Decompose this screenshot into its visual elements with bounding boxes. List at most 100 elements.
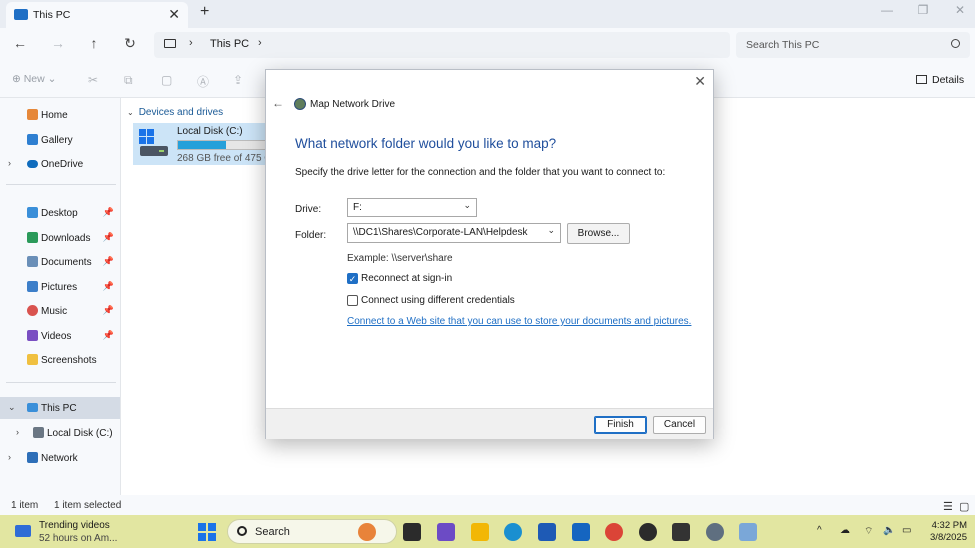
sidebar-item-pictures[interactable]: Pictures 📌 xyxy=(0,276,120,298)
tiles-view-icon[interactable]: ▢ xyxy=(959,500,969,513)
group-header[interactable]: ⌄ Devices and drives xyxy=(127,107,223,118)
up-button[interactable]: ↑ xyxy=(84,35,104,51)
volume-icon[interactable]: 🔈 xyxy=(883,525,895,536)
reconnect-checkbox[interactable]: ✓ xyxy=(347,273,358,284)
close-window-button[interactable]: ✕ xyxy=(950,3,970,17)
battery-icon[interactable]: ▭ xyxy=(902,525,911,536)
sidebar-item-network[interactable]: › Network xyxy=(0,447,120,469)
sidebar-item-screenshots[interactable]: Screenshots xyxy=(0,349,120,371)
sidebar-item-desktop[interactable]: Desktop 📌 xyxy=(0,202,120,224)
clock-date: 3/8/2025 xyxy=(930,532,967,543)
network-tool-icon[interactable] xyxy=(739,523,757,541)
task-view-icon[interactable] xyxy=(403,523,421,541)
tab-this-pc[interactable]: This PC ✕ xyxy=(6,2,188,28)
sidebar-item-label: Network xyxy=(41,453,78,464)
people-icon[interactable] xyxy=(358,523,376,541)
maximize-button[interactable]: ❐ xyxy=(913,3,933,17)
details-label: Details xyxy=(932,74,965,86)
sidebar-item-downloads[interactable]: Downloads 📌 xyxy=(0,227,120,249)
finish-button[interactable]: Finish xyxy=(594,416,647,434)
sidebar-item-onedrive[interactable]: › OneDrive xyxy=(0,153,120,175)
sidebar-item-label: Home xyxy=(41,110,68,121)
forward-button[interactable]: → xyxy=(48,35,68,51)
pin-icon[interactable]: 📌 xyxy=(103,305,114,316)
refresh-button[interactable]: ↻ xyxy=(120,35,140,52)
edge-icon[interactable] xyxy=(504,523,522,541)
cancel-button[interactable]: Cancel xyxy=(653,416,706,434)
store-icon[interactable] xyxy=(538,523,556,541)
chevron-right-icon[interactable]: › xyxy=(8,452,11,462)
sidebar-item-label: Desktop xyxy=(41,208,78,219)
share-icon[interactable]: ⇪ xyxy=(233,73,243,87)
chevron-right-icon[interactable]: › xyxy=(16,427,19,437)
sidebar-item-label: Gallery xyxy=(41,135,73,146)
search-input[interactable]: Search This PC xyxy=(736,32,970,58)
drive-name: Local Disk (C:) xyxy=(177,126,243,137)
new-tab-button[interactable]: + xyxy=(200,3,209,21)
chevron-down-icon: ⌄ xyxy=(127,108,134,117)
address-bar[interactable]: › This PC › xyxy=(154,32,730,58)
drive-letter-select[interactable]: F: ⌄ xyxy=(347,198,477,217)
start-button[interactable] xyxy=(198,523,216,541)
chrome-icon[interactable] xyxy=(605,523,623,541)
tab-close-icon[interactable]: ✕ xyxy=(168,6,180,23)
chevron-right-icon[interactable]: › xyxy=(8,158,11,168)
address-row: ← → ↑ ↻ › This PC › Search This PC xyxy=(0,28,975,62)
widget-subtitle[interactable]: 52 hours on Am... xyxy=(39,533,117,544)
details-view-icon[interactable]: ☰ xyxy=(943,500,953,513)
settings-icon[interactable] xyxy=(706,523,724,541)
chevron-down-icon[interactable]: ⌄ xyxy=(547,225,555,236)
new-button[interactable]: ⊕ New ⌄ xyxy=(12,73,56,85)
pin-icon[interactable]: 📌 xyxy=(103,256,114,267)
sidebar-item-gallery[interactable]: Gallery xyxy=(0,129,120,151)
tray-overflow-icon[interactable]: ^ xyxy=(817,525,822,536)
sidebar-item-home[interactable]: Home xyxy=(0,104,120,126)
cut-icon[interactable]: ✂ xyxy=(88,73,98,87)
sidebar-item-music[interactable]: Music 📌 xyxy=(0,300,120,322)
breadcrumb-this-pc[interactable]: This PC xyxy=(210,38,249,50)
copy-icon[interactable]: ⧉ xyxy=(124,73,133,88)
folder-combobox[interactable]: \\DC1\Shares\Corporate-LAN\Helpdesk ⌄ xyxy=(347,223,561,243)
paste-icon[interactable]: ▢ xyxy=(161,73,172,87)
outlook-icon[interactable] xyxy=(572,523,590,541)
monitor-icon xyxy=(164,39,176,48)
minimize-button[interactable]: — xyxy=(877,3,897,17)
back-button[interactable]: ← xyxy=(10,35,30,51)
drive-icon xyxy=(33,427,44,438)
pin-icon[interactable]: 📌 xyxy=(103,281,114,292)
wifi-icon[interactable]: ⌔ xyxy=(864,525,873,538)
sidebar-item-label: Documents xyxy=(41,257,92,268)
chevron-down-icon[interactable]: ⌄ xyxy=(8,402,16,413)
clock[interactable]: 4:32 PM 3/8/2025 xyxy=(925,520,967,544)
widget-title[interactable]: Trending videos xyxy=(39,520,110,531)
sidebar-item-this-pc[interactable]: ⌄ This PC xyxy=(0,397,120,419)
m365-icon[interactable] xyxy=(437,523,455,541)
pin-icon[interactable]: 📌 xyxy=(103,207,114,218)
status-bar: 1 item 1 item selected ☰ ▢ xyxy=(0,495,975,515)
dialog-back-button[interactable]: ← xyxy=(272,96,284,110)
rename-icon[interactable]: Ⓐ xyxy=(197,73,209,90)
pc-icon xyxy=(14,9,28,20)
widgets-icon[interactable] xyxy=(15,525,31,537)
sidebar-item-label: Screenshots xyxy=(41,355,97,366)
details-pane-icon xyxy=(916,75,927,84)
sidebar-item-documents[interactable]: Documents 📌 xyxy=(0,251,120,273)
gallery-icon xyxy=(27,134,38,145)
sidebar-item-local-disk[interactable]: › Local Disk (C:) xyxy=(0,422,120,444)
terminal-icon[interactable] xyxy=(672,523,690,541)
file-explorer-icon[interactable] xyxy=(471,523,489,541)
web-site-link[interactable]: Connect to a Web site that you can use t… xyxy=(347,316,691,327)
cloud-icon[interactable]: ☁ xyxy=(840,525,850,536)
dialog-close-button[interactable]: ✕ xyxy=(694,73,706,90)
pin-icon[interactable]: 📌 xyxy=(103,330,114,341)
credentials-checkbox[interactable] xyxy=(347,295,358,306)
sidebar-item-videos[interactable]: Videos 📌 xyxy=(0,325,120,347)
browse-button[interactable]: Browse... xyxy=(567,223,630,244)
folder-icon xyxy=(27,354,38,365)
details-button[interactable]: Details xyxy=(916,74,964,86)
breadcrumb-separator[interactable]: › xyxy=(258,37,262,49)
pin-icon[interactable]: 📌 xyxy=(103,232,114,243)
folder-example: Example: \\server\share xyxy=(347,253,453,264)
app-icon[interactable] xyxy=(639,523,657,541)
folder-label: Folder: xyxy=(295,230,327,241)
